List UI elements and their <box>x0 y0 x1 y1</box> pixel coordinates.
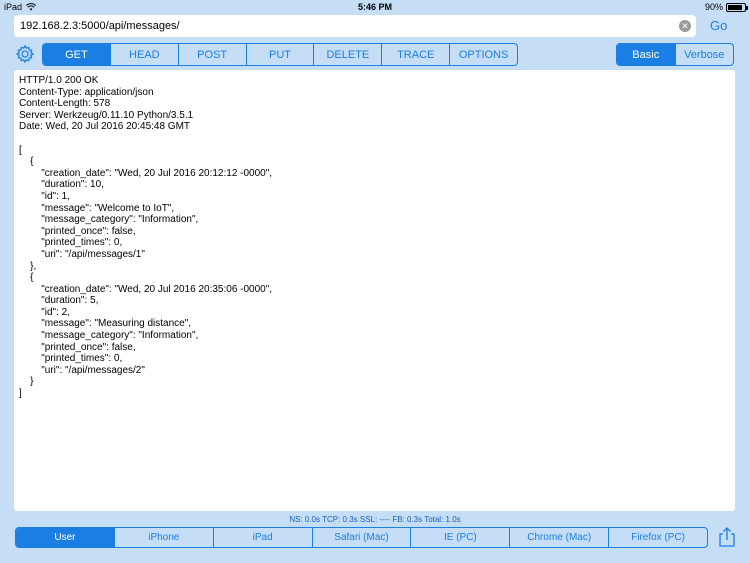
method-button-head[interactable]: HEAD <box>109 44 178 65</box>
response-panel[interactable]: HTTP/1.0 200 OK Content-Type: applicatio… <box>14 70 735 511</box>
share-icon[interactable] <box>717 526 737 548</box>
user-agent-segmented-control: User iPhone iPad Safari (Mac) IE (PC) Chrome … <box>15 527 708 548</box>
mode-button-verbose[interactable]: Verbose <box>674 44 734 65</box>
timing-stats: NS: 0.0s TCP: 0.3s SSL: ---- FB: 0.3s To… <box>289 515 461 524</box>
user-agent-button-user[interactable]: User <box>16 528 114 547</box>
gear-icon[interactable] <box>15 44 35 64</box>
user-agent-button-ipad[interactable]: iPad <box>212 528 312 547</box>
response-text: HTTP/1.0 200 OK Content-Type: applicatio… <box>19 75 273 400</box>
url-bar: ✕ <box>14 15 696 37</box>
method-button-delete[interactable]: DELETE <box>313 44 381 65</box>
method-button-options[interactable]: OPTIONS <box>449 44 517 65</box>
method-button-trace[interactable]: TRACE <box>381 44 449 65</box>
method-button-put[interactable]: PUT <box>245 44 314 65</box>
method-button-get[interactable]: GET <box>43 44 110 65</box>
battery-percent: 90% <box>704 2 723 12</box>
method-button-post[interactable]: POST <box>177 44 246 65</box>
status-bar: iPad 5:46 PM 90% <box>0 0 750 14</box>
method-segmented-control: GET HEAD POST PUT DELETE TRACE OPTIONS <box>42 43 518 66</box>
clear-icon[interactable]: ✕ <box>679 20 691 32</box>
user-agent-button-iphone[interactable]: iPhone <box>113 528 213 547</box>
user-agent-button-ie-pc[interactable]: IE (PC) <box>410 528 509 547</box>
user-agent-button-safari-mac[interactable]: Safari (Mac) <box>311 528 411 547</box>
user-agent-button-chrome-mac[interactable]: Chrome (Mac) <box>509 528 608 547</box>
url-input[interactable] <box>20 17 670 35</box>
user-agent-button-firefox-pc[interactable]: Firefox (PC) <box>608 528 707 547</box>
battery-fill <box>728 4 743 10</box>
battery-icon <box>726 2 748 12</box>
output-mode-segmented-control: Basic Verbose <box>616 43 734 66</box>
go-button[interactable]: Go <box>710 18 727 33</box>
status-time: 5:46 PM <box>357 2 392 12</box>
status-right: 90% <box>704 2 748 12</box>
mode-button-basic[interactable]: Basic <box>617 44 675 65</box>
